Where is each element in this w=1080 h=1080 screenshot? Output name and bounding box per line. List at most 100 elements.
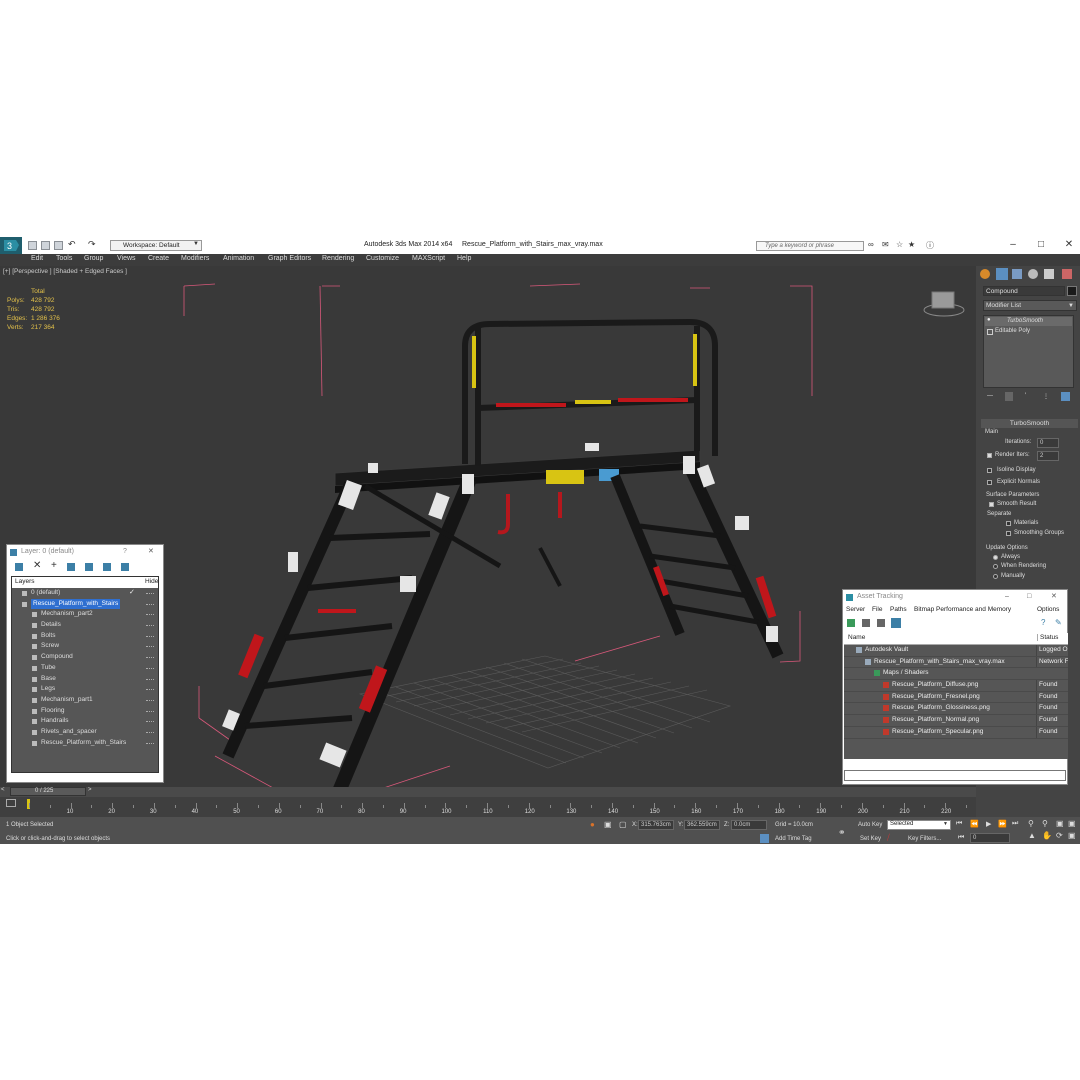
asset-menu-paths[interactable]: Paths: [890, 606, 907, 613]
menu-rendering[interactable]: Rendering: [322, 255, 354, 262]
prev-frame-icon[interactable]: <: [1, 787, 5, 793]
asset-row[interactable]: Rescue_Platform_Specular.png Found: [844, 726, 1068, 739]
iterations-spinner[interactable]: 0: [1037, 438, 1059, 448]
open-file-icon[interactable]: [41, 241, 50, 250]
time-tag-icon[interactable]: [760, 834, 769, 843]
hide-toggle[interactable]: [146, 710, 154, 713]
y-coordinate[interactable]: 362.559cm: [684, 820, 720, 830]
hide-toggle[interactable]: [146, 667, 154, 670]
menu-customize[interactable]: Customize: [366, 255, 399, 262]
modify-tab-icon[interactable]: [996, 268, 1008, 280]
transform-mode-icon[interactable]: ▢: [619, 820, 627, 829]
remove-modifier-icon[interactable]: ⋮: [1043, 393, 1049, 400]
render-iters-checkbox[interactable]: [987, 453, 992, 458]
pan-icon[interactable]: ✋: [1042, 831, 1052, 840]
app-logo[interactable]: 3: [0, 237, 22, 254]
track-icon[interactable]: [6, 799, 16, 807]
isoline-display-checkbox[interactable]: [987, 468, 992, 473]
make-unique-icon[interactable]: ′: [1025, 393, 1026, 399]
layer-row[interactable]: Rescue_Platform_with_Stairs: [12, 598, 158, 610]
orbit-icon[interactable]: ⟳: [1056, 831, 1063, 840]
prev-key-icon[interactable]: ⏪: [970, 820, 979, 828]
asset-row[interactable]: Rescue_Platform_Fresnel.png Found: [844, 691, 1068, 704]
layer-row[interactable]: Base: [12, 674, 158, 685]
goto-start-icon[interactable]: ⏮: [956, 820, 962, 828]
layer-row[interactable]: 0 (default) ✓: [12, 588, 158, 599]
display-tab-icon[interactable]: [1044, 269, 1054, 279]
undo-icon[interactable]: ↶: [68, 239, 76, 250]
key-mode-icon[interactable]: ⏮: [958, 834, 964, 842]
hide-toggle[interactable]: [146, 603, 154, 606]
freeze-all-icon[interactable]: [121, 563, 129, 571]
always-radio[interactable]: [993, 555, 998, 560]
maximize-viewport-icon[interactable]: ▣: [1068, 831, 1076, 840]
goto-end-icon[interactable]: ⏭: [1012, 820, 1018, 828]
layer-row[interactable]: Legs: [12, 684, 158, 695]
close-icon[interactable]: ✕: [148, 545, 154, 559]
help-icon[interactable]: ⓘ: [926, 240, 934, 251]
add-time-tag[interactable]: Add Time Tag: [775, 836, 812, 842]
redo-icon[interactable]: ↷: [88, 239, 96, 250]
time-slider[interactable]: 0 / 225: [10, 787, 86, 796]
hide-all-icon[interactable]: [103, 563, 111, 571]
close-icon[interactable]: ✕: [1051, 590, 1057, 604]
show-end-result-icon[interactable]: [1005, 392, 1013, 401]
asset-row[interactable]: Rescue_Platform_with_Stairs_max_vray.max…: [844, 656, 1068, 669]
select-layer-icon[interactable]: [67, 563, 75, 571]
bulb-icon[interactable]: ●: [987, 317, 991, 323]
layer-row[interactable]: Tube: [12, 663, 158, 674]
hide-toggle[interactable]: [146, 678, 154, 681]
asset-row[interactable]: Rescue_Platform_Diffuse.png Found: [844, 680, 1068, 692]
asset-window-header[interactable]: Asset Tracking – □ ✕: [843, 590, 1067, 604]
manually-radio[interactable]: [993, 574, 998, 579]
zoom-all-icon[interactable]: ⚲: [1042, 819, 1048, 828]
asset-row[interactable]: Rescue_Platform_Glossiness.png Found: [844, 703, 1068, 716]
save-file-icon[interactable]: [54, 241, 63, 250]
layer-row[interactable]: Bolts: [12, 631, 158, 642]
asset-menu-bitmap[interactable]: Bitmap Performance and Memory: [914, 606, 1011, 613]
menu-maxscript[interactable]: MAXScript: [412, 255, 445, 262]
configure-sets-icon[interactable]: [1061, 392, 1070, 401]
asset-menu-file[interactable]: File: [872, 606, 882, 613]
smooth-result-checkbox[interactable]: [989, 502, 994, 507]
workspace-dropdown[interactable]: Workspace: Default ▼: [110, 240, 202, 251]
layer-row[interactable]: Handrails: [12, 716, 158, 727]
menu-views[interactable]: Views: [117, 255, 136, 262]
hide-toggle[interactable]: [146, 657, 154, 659]
fov-icon[interactable]: ▲: [1028, 831, 1036, 840]
menu-create[interactable]: Create: [148, 255, 169, 262]
asset-path-field[interactable]: [844, 770, 1066, 781]
minimize-button[interactable]: –: [1006, 239, 1020, 251]
col-hide[interactable]: Hide: [145, 578, 158, 585]
layer-window-header[interactable]: Layer: 0 (default) ? ✕: [7, 545, 163, 559]
stack-item-turbosmooth[interactable]: ● TurboSmooth: [985, 317, 1072, 326]
play-icon[interactable]: ▶: [986, 820, 991, 828]
expand-icon[interactable]: [987, 329, 993, 335]
object-color-swatch[interactable]: [1067, 286, 1077, 296]
motion-tab-icon[interactable]: [1028, 269, 1038, 279]
layer-row[interactable]: Details: [12, 620, 158, 631]
binoculars-icon[interactable]: ∞: [868, 240, 874, 249]
current-frame-field[interactable]: 0: [970, 833, 1010, 843]
maximize-icon[interactable]: □: [1027, 590, 1031, 604]
asset-row[interactable]: Autodesk Vault Logged O: [844, 645, 1068, 657]
zoom-extents-icon[interactable]: ▣: [1056, 819, 1064, 828]
col-name[interactable]: Name: [848, 634, 865, 641]
layer-row[interactable]: Flooring: [12, 706, 158, 717]
hide-toggle[interactable]: [146, 699, 154, 702]
new-layer-icon[interactable]: [15, 563, 23, 571]
maximize-button[interactable]: □: [1034, 239, 1048, 251]
add-to-layer-icon[interactable]: +: [51, 560, 57, 571]
when-rendering-radio[interactable]: [993, 564, 998, 569]
star-icon[interactable]: ★: [908, 240, 915, 249]
next-key-icon[interactable]: ⏩: [998, 820, 1007, 828]
layer-row[interactable]: Rescue_Platform_with_Stairs: [12, 738, 158, 749]
auto-key-button[interactable]: Auto Key: [858, 822, 882, 828]
hide-toggle[interactable]: [146, 646, 154, 648]
asset-menu-options[interactable]: Options: [1037, 606, 1059, 613]
search-input[interactable]: Type a keyword or phrase: [756, 241, 864, 251]
layer-row[interactable]: Mechanism_part1: [12, 695, 158, 706]
hide-toggle[interactable]: [146, 635, 154, 638]
menu-edit[interactable]: Edit: [31, 255, 43, 262]
hide-toggle[interactable]: [146, 593, 154, 595]
